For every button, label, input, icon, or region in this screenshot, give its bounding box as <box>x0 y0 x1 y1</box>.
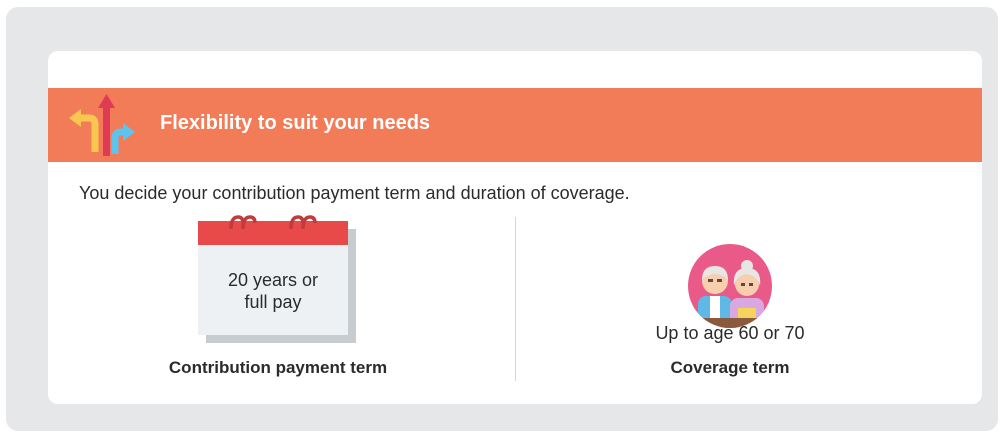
calendar-line-1: 20 years or <box>227 270 319 290</box>
calendar-line-2: full pay <box>244 292 302 312</box>
coverage-caption: Up to age 60 or 70 <box>655 323 805 343</box>
banner-title: Flexibility to suit your needs <box>160 112 431 134</box>
intro-text: You decide your contribution payment ter… <box>79 183 630 203</box>
coverage-term-label: Coverage term <box>670 358 790 377</box>
feature-card: Flexibility to suit your needs You decid… <box>48 51 982 404</box>
calendar-text: 20 years or full pay <box>198 269 348 313</box>
outer-panel: Flexibility to suit your needs You decid… <box>6 7 998 431</box>
feature-banner: Flexibility to suit your needs <box>48 88 982 162</box>
contribution-term-label: Contribution payment term <box>168 358 388 377</box>
elderly-couple-icon <box>688 244 772 328</box>
column-divider <box>515 217 516 381</box>
directional-arrows-icon <box>69 94 135 156</box>
